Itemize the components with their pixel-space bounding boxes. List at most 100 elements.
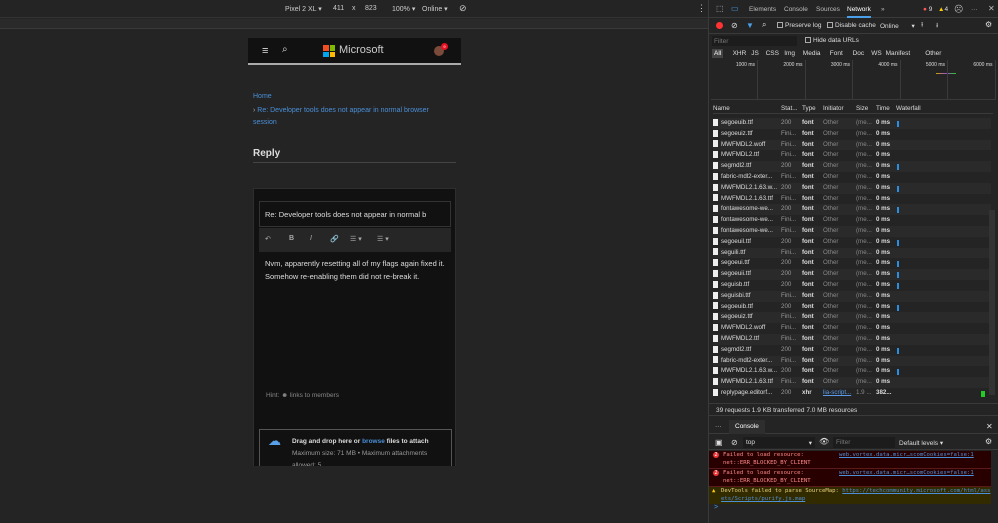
request-row[interactable]: segmdl2.ttf 200 font Other (me... 0 ms <box>713 161 991 172</box>
search-icon[interactable]: ⌕ <box>282 44 288 55</box>
request-row[interactable]: fontawesome-we... Fini... font Other (me... 0… <box>713 215 991 226</box>
more-options-icon[interactable]: ··· <box>971 6 978 13</box>
type-filter-manifest[interactable]: Manifest <box>884 49 913 58</box>
type-filter-media[interactable]: Media <box>801 49 823 58</box>
browse-link[interactable]: browse <box>362 438 385 445</box>
request-row[interactable]: fontawesome-we... 200 font Other (me... 0 ms <box>713 204 991 216</box>
search-icon[interactable]: ⌕ <box>762 20 766 30</box>
close-drawer-icon[interactable]: ✕ <box>986 422 993 431</box>
column-header-waterfall[interactable]: Waterfall <box>896 105 921 112</box>
request-row[interactable]: fabric-mdl2-exter... Fini... font Other (me.… <box>713 355 991 367</box>
request-row[interactable]: MWFMDL2.ttf Fini... font Other (me... 0 ms <box>713 334 991 345</box>
console-filter-input[interactable]: Filter <box>833 437 895 448</box>
context-select[interactable]: top ▾ <box>743 437 815 448</box>
subject-input[interactable]: Re: Developer tools does not appear in n… <box>259 201 451 227</box>
bold-icon[interactable]: B <box>289 235 294 242</box>
column-header-time[interactable]: Time <box>876 105 890 112</box>
column-header-type[interactable]: Type <box>802 105 816 112</box>
type-filter-xhr[interactable]: XHR <box>731 49 749 58</box>
drawer-menu-icon[interactable]: ··· <box>715 423 722 430</box>
request-row[interactable]: segoeuib.ttf 200 font Other (me... 0 ms <box>713 302 991 313</box>
export-har-icon[interactable]: ⭳ <box>936 21 938 32</box>
request-row[interactable]: MWFMDL2.1.63.w... 200 font Other (me... 0 ms <box>713 366 991 377</box>
timeline-overview[interactable]: 1000 ms 2000 ms 3000 ms 4000 ms 5000 ms 6000 … <box>711 60 996 100</box>
type-filter-other[interactable]: Other <box>923 49 943 58</box>
device-select[interactable]: Pixel 2 XL ▾ <box>285 5 322 13</box>
request-row[interactable]: seguisbi.ttf Fini... font Other (me... 0 ms <box>713 290 991 302</box>
filter-icon[interactable]: ▼ <box>746 21 754 30</box>
feedback-icon[interactable]: ☹ <box>954 4 963 15</box>
undo-icon[interactable]: ↶ <box>265 235 271 243</box>
request-row[interactable]: seguisb.ttf 200 font Other (me... 0 ms <box>713 280 991 291</box>
more-tabs-button[interactable]: » <box>881 6 885 13</box>
type-filter-all[interactable]: All <box>712 49 724 58</box>
filter-input[interactable]: Filter <box>712 36 797 46</box>
breadcrumb-home[interactable]: Home <box>253 93 272 100</box>
attachment-dropzone[interactable]: ☁ Drag and drop here or browse files to … <box>259 429 452 466</box>
request-row[interactable]: segoeuii.ttf 200 font Other (me... 0 ms <box>713 269 991 280</box>
cell-initiator[interactable]: lia-script... <box>823 389 851 396</box>
request-row[interactable]: MWFMDL2.woff Fini... font Other (me... 0 ms <box>713 323 991 334</box>
italic-icon[interactable]: I <box>310 235 312 242</box>
request-row[interactable]: segoeuib.ttf 200 font Other (me... 0 ms <box>713 118 991 129</box>
message-body[interactable]: Nvm, apparently resetting all of my flag… <box>265 257 450 283</box>
request-row[interactable]: MWFMDL2.1.63.ttf Fini... font Other (me... 0 … <box>713 377 991 388</box>
hide-data-urls-checkbox[interactable]: Hide data URLs <box>805 37 859 44</box>
type-filter-css[interactable]: CSS <box>764 49 781 58</box>
request-row[interactable]: fabric-mdl2-exter... Fini... font Other (me.… <box>713 172 991 183</box>
settings-gear-icon[interactable]: ⚙ <box>985 20 992 29</box>
request-row[interactable]: MWFMDL2.1.63.ttf Fini... font Other (me... 0 … <box>713 194 991 205</box>
tab-sources[interactable]: Sources <box>816 6 840 13</box>
bulleted-list-icon[interactable]: ☰ ▾ <box>377 235 389 243</box>
request-row[interactable]: seguili.ttf Fini... font Other (me... 0 ms <box>713 247 991 259</box>
type-filter-doc[interactable]: Doc <box>851 49 867 58</box>
column-header-size[interactable]: Size <box>856 105 868 112</box>
rotate-icon[interactable]: ⊘ <box>459 3 467 14</box>
request-row[interactable]: fontawesome-we... Fini... font Other (me... 0… <box>713 226 991 237</box>
tab-network[interactable]: Network <box>847 6 871 18</box>
type-filter-js[interactable]: JS <box>749 49 761 58</box>
clear-console-icon[interactable]: ⊘ <box>731 438 738 447</box>
console-prompt[interactable]: > <box>714 504 718 511</box>
record-icon[interactable] <box>716 22 723 29</box>
sidebar-toggle-icon[interactable]: ▣ <box>715 438 723 447</box>
request-row[interactable]: segmdl2.ttf 200 font Other (me... 0 ms <box>713 345 991 356</box>
scrollbar[interactable] <box>989 210 995 395</box>
request-row[interactable]: MWFMDL2.1.63.w... 200 font Other (me... 0 ms <box>713 182 991 194</box>
preserve-log-checkbox[interactable]: Preserve log <box>777 22 822 29</box>
request-row[interactable]: segoeuiz.ttf Fini... font Other (me... 0 ms <box>713 129 991 140</box>
request-row[interactable]: segoeuil.ttf 200 font Other (me... 0 ms <box>713 237 991 248</box>
request-row[interactable]: segoeui.ttf 200 font Other (me... 0 ms <box>713 258 991 269</box>
close-icon[interactable]: ✕ <box>988 4 995 13</box>
live-expression-eye-icon[interactable]: 👁 <box>819 437 829 446</box>
height-input[interactable]: 823 <box>365 5 377 12</box>
tab-console-drawer[interactable]: Console <box>729 420 765 434</box>
request-row[interactable]: replypage.editorf... 200 xhr lia-script... 1… <box>713 388 991 399</box>
media-query-bar[interactable] <box>0 19 708 29</box>
numbered-list-icon[interactable]: ☰ ▾ <box>350 235 362 243</box>
error-source-link[interactable]: web.vortex.data.micr…scomCookies=false:1 <box>839 451 974 459</box>
width-input[interactable]: 411 <box>333 5 344 12</box>
type-filter-ws[interactable]: WS <box>869 49 883 58</box>
error-source-link[interactable]: web.vortex.data.micr…scomCookies=false:1 <box>839 469 974 477</box>
type-filter-font[interactable]: Font <box>828 49 845 58</box>
link-icon[interactable]: 🔗 <box>330 235 339 243</box>
error-count[interactable]: ● 9 <box>923 6 932 13</box>
more-options-icon[interactable]: ⋮ <box>697 3 706 14</box>
request-row[interactable]: MWFMDL2.ttf Fini... font Other (me... 0 ms <box>713 150 991 161</box>
tab-elements[interactable]: Elements <box>749 6 776 13</box>
request-row[interactable]: segoeuiz.ttf Fini... font Other (me... 0 ms <box>713 312 991 324</box>
microsoft-logo-icon[interactable] <box>323 45 335 57</box>
type-filter-img[interactable]: Img <box>782 49 797 58</box>
column-header-stat[interactable]: Stat... <box>781 105 797 112</box>
throttle-select[interactable]: Online ▾ <box>880 22 915 30</box>
breadcrumb-current[interactable]: Re: Developer tools does not appear in n… <box>253 107 429 126</box>
column-header-name[interactable]: Name <box>713 105 730 112</box>
zoom-select[interactable]: 100% ▾ <box>392 5 415 13</box>
import-har-icon[interactable]: ⭱ <box>921 21 923 32</box>
clear-icon[interactable]: ⊘ <box>731 21 738 30</box>
console-settings-icon[interactable]: ⚙ <box>985 437 992 446</box>
disable-cache-checkbox[interactable]: Disable cache <box>827 22 876 29</box>
column-header-initiator[interactable]: Initiator <box>823 105 844 112</box>
request-row[interactable]: MWFMDL2.woff Fini... font Other (me... 0 ms <box>713 139 991 151</box>
